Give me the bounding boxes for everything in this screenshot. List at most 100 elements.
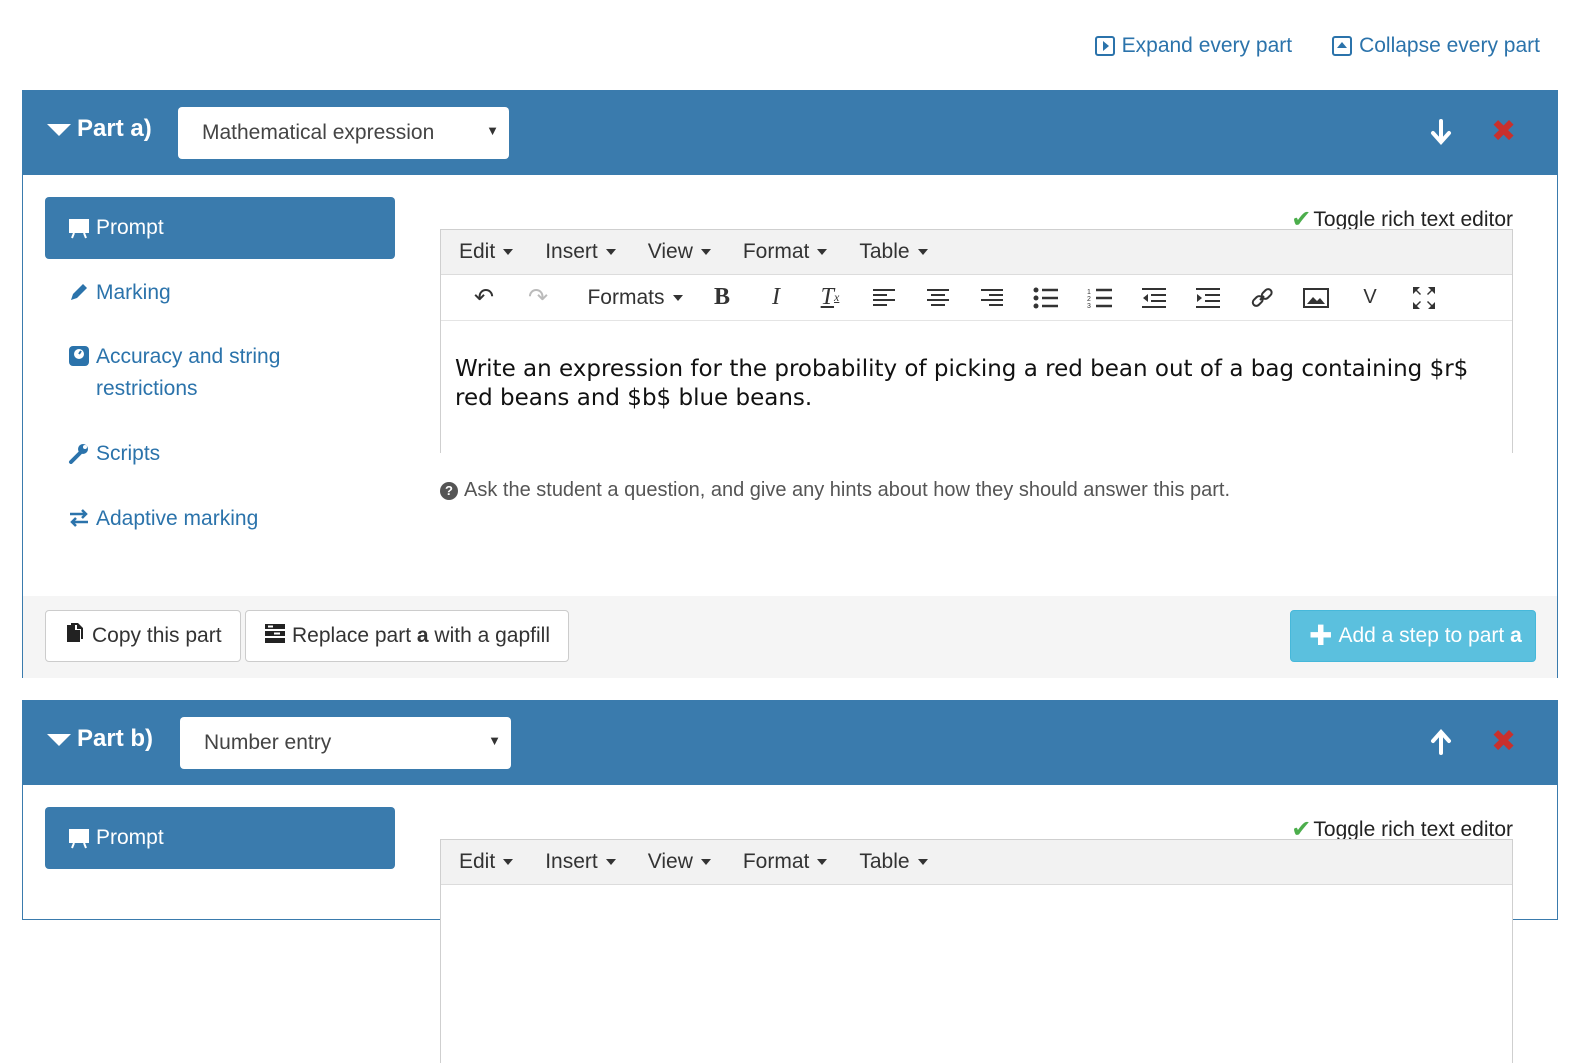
editor-menubar: Edit Insert View Format Table: [441, 840, 1512, 885]
part-b-type-value: Number entry: [204, 731, 332, 754]
part-a-title: Part a): [77, 115, 152, 142]
caret-down-icon: [817, 859, 828, 865]
part-a-type-select[interactable]: Mathematical expression ▼: [178, 107, 509, 159]
caret-down-icon: [700, 859, 711, 865]
toggle-rich-label: Toggle rich text editor: [1313, 817, 1513, 841]
redo-icon[interactable]: ↷: [511, 278, 565, 318]
bullet-list-icon[interactable]: [1019, 278, 1073, 318]
nav-prompt[interactable]: Prompt: [45, 807, 395, 869]
menu-insert[interactable]: Insert: [545, 850, 616, 874]
menu-edit[interactable]: Edit: [459, 240, 514, 264]
bold-icon[interactable]: B: [695, 278, 749, 318]
menu-view[interactable]: View: [648, 240, 711, 264]
part-b-toggle[interactable]: Part b): [47, 725, 153, 753]
menu-insert-label: Insert: [545, 850, 598, 873]
menu-insert[interactable]: Insert: [545, 240, 616, 264]
presentation-icon: [68, 827, 90, 849]
add-step-label-pre: Add a step to part: [1338, 624, 1511, 647]
delete-part-b-icon[interactable]: ✖: [1491, 727, 1516, 757]
add-step-label-part: a: [1510, 624, 1522, 647]
part-a-footer: Copy this part Replace part a with a gap…: [23, 596, 1557, 678]
collapse-icon: [1332, 36, 1353, 56]
copy-part-label: Copy this part: [92, 624, 222, 647]
part-a-header: Part a) Mathematical expression ▼ ✖: [23, 91, 1557, 175]
menu-table-label: Table: [859, 850, 910, 873]
svg-text:3: 3: [1087, 303, 1091, 309]
add-step-button[interactable]: ✚ Add a step to part a: [1290, 610, 1536, 662]
replace-with-gapfill-button[interactable]: Replace part a with a gapfill: [245, 610, 569, 662]
outdent-icon[interactable]: [1127, 278, 1181, 318]
nav-accuracy-label: Accuracy and string restrictions: [96, 345, 281, 400]
delete-part-a-icon[interactable]: ✖: [1491, 117, 1516, 147]
nav-prompt[interactable]: Prompt: [45, 197, 395, 259]
caret-down-icon: [605, 859, 616, 865]
clear-formatting-icon[interactable]: Tx: [803, 278, 857, 318]
nav-marking[interactable]: Marking: [45, 277, 395, 309]
align-center-icon[interactable]: [911, 278, 965, 318]
rich-text-editor: Edit Insert View Format Table: [440, 839, 1513, 1063]
undo-icon[interactable]: ↶: [457, 278, 511, 318]
svg-text:2: 2: [1087, 296, 1091, 303]
rich-text-editor: Edit Insert View Format Table ↶ ↷ Format…: [440, 229, 1513, 453]
part-b-side-nav: Prompt: [45, 807, 395, 869]
menu-table[interactable]: Table: [859, 240, 928, 264]
presentation-icon: [68, 217, 90, 239]
replace-label-part: a: [416, 624, 429, 647]
editor-menubar: Edit Insert View Format Table: [441, 230, 1512, 275]
part-b-title: Part b): [77, 725, 154, 752]
link-icon[interactable]: [1235, 278, 1289, 318]
help-label: Ask the student a question, and give any…: [464, 479, 1231, 501]
menu-format[interactable]: Format: [743, 240, 828, 264]
italic-icon[interactable]: I: [749, 278, 803, 318]
menu-table[interactable]: Table: [859, 850, 928, 874]
align-left-icon[interactable]: [857, 278, 911, 318]
menu-edit[interactable]: Edit: [459, 850, 514, 874]
numbered-list-icon[interactable]: 123: [1073, 278, 1127, 318]
menu-view-label: View: [647, 240, 693, 263]
caret-down-icon: [672, 294, 683, 301]
fullscreen-icon[interactable]: [1397, 278, 1451, 318]
menu-edit-label: Edit: [459, 850, 496, 873]
dropdown-arrow-icon: ▼: [486, 123, 499, 138]
caret-down-icon: [605, 249, 616, 255]
expand-label: Expand every part: [1121, 34, 1293, 57]
part-b-type-select[interactable]: Number entry ▼: [180, 717, 511, 769]
caret-down-icon: [503, 249, 514, 255]
gapfill-icon: [264, 622, 286, 650]
formats-label: Formats: [587, 285, 665, 309]
copy-part-button[interactable]: Copy this part: [45, 610, 241, 662]
caret-down-icon: [47, 124, 71, 136]
nav-adaptive-label: Adaptive marking: [96, 507, 259, 530]
prompt-help-text: ? Ask the student a question, and give a…: [440, 479, 1230, 502]
align-right-icon[interactable]: [965, 278, 1019, 318]
menu-edit-label: Edit: [459, 240, 496, 263]
indent-icon[interactable]: [1181, 278, 1235, 318]
image-icon[interactable]: [1289, 278, 1343, 318]
replace-label-post: with a gapfill: [428, 624, 550, 647]
formats-dropdown[interactable]: Formats: [575, 278, 695, 318]
expand-icon: [1094, 36, 1115, 56]
move-down-icon[interactable]: [1421, 117, 1461, 147]
video-icon[interactable]: V: [1343, 278, 1397, 318]
menu-insert-label: Insert: [545, 240, 598, 263]
question-circle-icon: ?: [440, 481, 458, 500]
nav-adaptive-marking[interactable]: Adaptive marking: [45, 503, 395, 535]
nav-scripts[interactable]: Scripts: [45, 438, 395, 470]
collapse-every-part-link[interactable]: Collapse every part: [1332, 34, 1540, 58]
caret-down-icon: [917, 249, 928, 255]
pencil-icon: [68, 281, 90, 303]
menu-table-label: Table: [859, 240, 910, 263]
part-a-toggle[interactable]: Part a): [47, 115, 152, 143]
nav-accuracy[interactable]: Accuracy and string restrictions: [45, 341, 325, 405]
menu-format[interactable]: Format: [743, 850, 828, 874]
expand-every-part-link[interactable]: Expand every part: [1094, 34, 1293, 58]
caret-down-icon: [503, 859, 514, 865]
plus-icon: ✚: [1309, 620, 1333, 651]
caret-down-icon: [817, 249, 828, 255]
menu-view[interactable]: View: [648, 850, 711, 874]
part-b-header: Part b) Number entry ▼ ✖: [23, 701, 1557, 785]
part-b-panel: Part b) Number entry ▼ ✖ Prompt ✔ Toggle…: [22, 700, 1558, 1063]
move-up-icon[interactable]: [1421, 727, 1461, 757]
nav-prompt-label: Prompt: [96, 216, 164, 239]
editor-content[interactable]: Write an expression for the probability …: [441, 321, 1512, 413]
